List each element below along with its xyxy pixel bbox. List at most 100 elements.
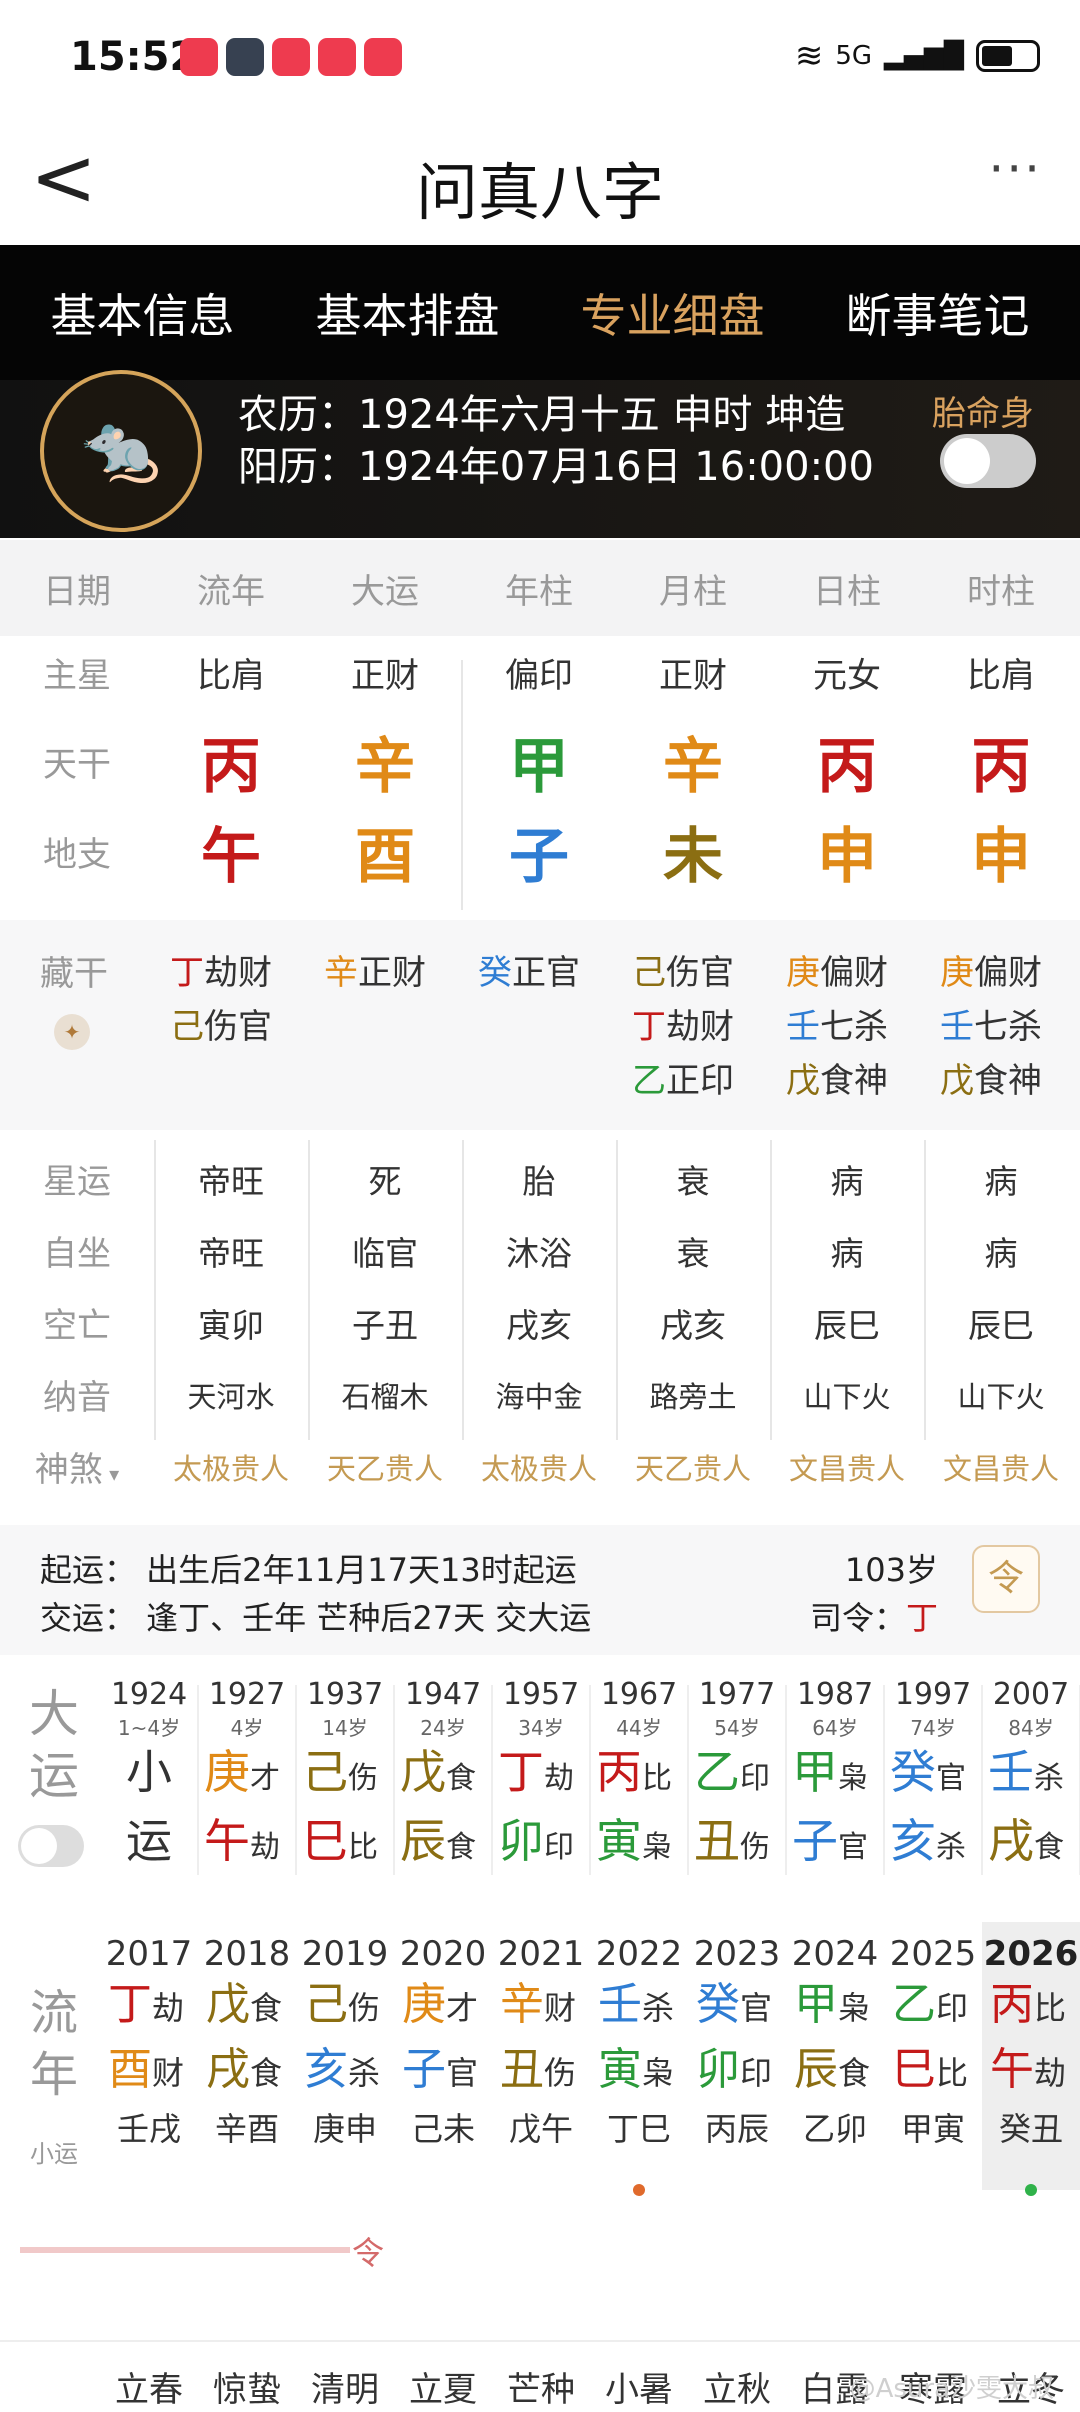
stem-god: 食 <box>446 1761 476 1796</box>
canggan-column: 丁劫财 己伤官 <box>170 946 272 1054</box>
watermark: @Asura沙雯大叔 <box>849 2374 1054 2404</box>
stem-char: 小 <box>126 1745 172 1799</box>
liunian-branch: 巳比 <box>884 2039 982 2104</box>
tab-basic-chart[interactable]: 基本排盘 <box>316 280 500 346</box>
col-day: 日柱 <box>813 571 881 612</box>
branch-god: 伤 <box>544 2054 577 2092</box>
age-text: 103岁 <box>844 1551 938 1589</box>
liunian-column[interactable]: 2023 癸官 卯印 丙辰 <box>688 1934 786 2150</box>
dayun-toggle[interactable] <box>18 1825 84 1867</box>
stem-god: 财 <box>544 1989 577 2027</box>
stem-char: 乙 <box>892 1979 936 2030</box>
liunian-stem: 庚才 <box>394 1974 492 2039</box>
solar-term[interactable]: 芒种 <box>492 2362 590 2411</box>
dayun-column[interactable]: 1977 54岁 乙印 丑伤 <box>688 1677 786 1879</box>
dayun-section: 大运 1924 1~4岁小运 1927 4岁 庚才 午劫 1937 14岁 己伤 巳比 1947 24… <box>0 1665 1080 1887</box>
branch-god: 比 <box>936 2054 969 2092</box>
liunian-column[interactable]: 2021 辛财 丑伤 戊午 <box>492 1934 590 2150</box>
liunian-column[interactable]: 2022 壬杀 寅枭 丁巳 <box>590 1934 688 2150</box>
canggan-god: 偏财 <box>820 953 888 993</box>
tab-notes[interactable]: 断事笔记 <box>846 280 1030 346</box>
liunian-stem: 乙印 <box>884 1974 982 2039</box>
branch-god: 劫 <box>1034 2054 1067 2092</box>
canggan-item: 庚偏财 <box>786 946 888 1000</box>
stem-char: 庚 <box>204 1745 250 1799</box>
xiaoyun-ganzhi: 己未 <box>410 2110 475 2148</box>
solar-term[interactable]: 立春 <box>100 2362 198 2411</box>
tiangan-char: 丙 <box>971 732 1031 802</box>
canggan-god: 七杀 <box>974 1007 1042 1047</box>
dayun-stem: 己伤 <box>296 1741 394 1810</box>
stem-char: 壬 <box>598 1979 642 2030</box>
liunian-column[interactable]: 2018 戊食 戌食 辛酉 <box>198 1934 296 2150</box>
canggan-stem: 壬 <box>940 1007 974 1047</box>
canggan-item: 戊食神 <box>940 1054 1042 1108</box>
solar-term[interactable]: 惊蛰 <box>198 2362 296 2411</box>
liunian-column[interactable]: 2026 丙比 午劫 癸丑 <box>982 1922 1080 2190</box>
dayun-column[interactable]: 1927 4岁 庚才 午劫 <box>198 1677 296 1879</box>
zizuo-cell: 沐浴 <box>506 1233 572 1273</box>
shensha-toggle[interactable]: 神煞 ▾ <box>0 1442 154 1491</box>
liunian-column[interactable]: 2025 乙印 巳比 甲寅 <box>884 1934 982 2150</box>
main-star-row: 主星 比肩 正财 偏印 正财 元女 比肩 <box>0 648 1080 697</box>
canggan-item: 丁劫财 <box>170 946 272 1000</box>
dayun-column[interactable]: 1924 1~4岁小运 <box>100 1677 198 1879</box>
xiaoyun-ganzhi: 辛酉 <box>214 2110 279 2148</box>
page-title: 问真八字 <box>415 156 664 229</box>
dayun-column[interactable]: 1967 44岁 丙比 寅枭 <box>590 1677 688 1879</box>
branch-god: 杀 <box>936 1830 966 1865</box>
liunian-column[interactable]: 2020 庚才 子官 己未 <box>394 1934 492 2150</box>
stem-char: 己 <box>304 1979 348 2030</box>
liunian-branch: 丑伤 <box>492 2039 590 2104</box>
solar-term[interactable]: 清明 <box>296 2362 394 2411</box>
dayun-label: 大运 <box>29 1685 79 1805</box>
liunian-column[interactable]: 2024 甲枭 辰食 乙卯 <box>786 1934 884 2150</box>
solar-term[interactable]: 小暑 <box>590 2362 688 2411</box>
shensha-cell: 太极贵人 <box>480 1451 597 1486</box>
canggan-stem: 戊 <box>940 1061 974 1101</box>
more-icon[interactable]: ··· <box>988 140 1042 198</box>
canggan-stem: 辛 <box>324 953 358 993</box>
dayun-column[interactable]: 1937 14岁 己伤 巳比 <box>296 1677 394 1879</box>
solar-term[interactable]: 立秋 <box>688 2362 786 2411</box>
dayun-branch: 寅枭 <box>590 1810 688 1879</box>
stem-god: 枭 <box>838 1989 871 2027</box>
dayun-column[interactable]: 1987 64岁 甲枭 子官 <box>786 1677 884 1879</box>
stem-god: 印 <box>936 1989 969 2027</box>
app-notification-icon <box>318 38 356 76</box>
dayun-column[interactable]: 1997 74岁 癸官 亥杀 <box>884 1677 982 1879</box>
liunian-year: 2018 <box>203 1934 291 1974</box>
stem-god: 杀 <box>1034 1761 1064 1796</box>
embryo-toggle[interactable] <box>940 434 1036 488</box>
liunian-column[interactable]: 2019 己伤 亥杀 庚申 <box>296 1934 394 2150</box>
tab-pro-detail[interactable]: 专业细盘 <box>581 280 765 346</box>
branch-god: 食 <box>446 1830 476 1865</box>
ling-icon[interactable]: 令 <box>972 1545 1040 1613</box>
liunian-column[interactable]: 2017 丁劫 酉财 壬戌 <box>100 1934 198 2150</box>
tab-basic-info[interactable]: 基本信息 <box>51 280 235 346</box>
branch-char: 戌 <box>206 2044 250 2095</box>
canggan-god: 伤官 <box>204 1007 272 1047</box>
siling-label: 司令： <box>809 1599 906 1637</box>
siling-value: 丁 <box>905 1599 938 1637</box>
dayun-column[interactable]: 1957 34岁 丁劫 卯印 <box>492 1677 590 1879</box>
network-label: 5G <box>835 41 873 71</box>
col-dayun: 大运 <box>351 571 419 612</box>
current-year-dot <box>1025 2184 1037 2196</box>
solar-date: 阳历：1924年07月16日 16:00:00 <box>238 444 874 490</box>
dayun-column[interactable]: 2007 84岁 壬杀 戌食 <box>982 1677 1080 1879</box>
branch-char: 巳 <box>892 2044 936 2095</box>
dayun-age: 24岁 <box>420 1716 466 1740</box>
status-time: 15:52 <box>70 34 198 80</box>
zizuo-cell: 衰 <box>676 1233 710 1273</box>
dayun-column[interactable]: 1947 24岁 戊食 辰食 <box>394 1677 492 1879</box>
stem-god: 杀 <box>642 1989 675 2027</box>
solar-term[interactable]: 立夏 <box>394 2362 492 2411</box>
stem-god: 比 <box>1034 1989 1067 2027</box>
row-label: 空亡 <box>43 1306 111 1346</box>
pin-icon[interactable]: ✦ <box>54 1014 90 1050</box>
dayun-branch: 辰食 <box>394 1810 492 1879</box>
xiaoyun-label: 小运 <box>30 2140 78 2168</box>
kongwang-cell: 寅卯 <box>198 1305 264 1345</box>
dayun-stem: 甲枭 <box>786 1741 884 1810</box>
